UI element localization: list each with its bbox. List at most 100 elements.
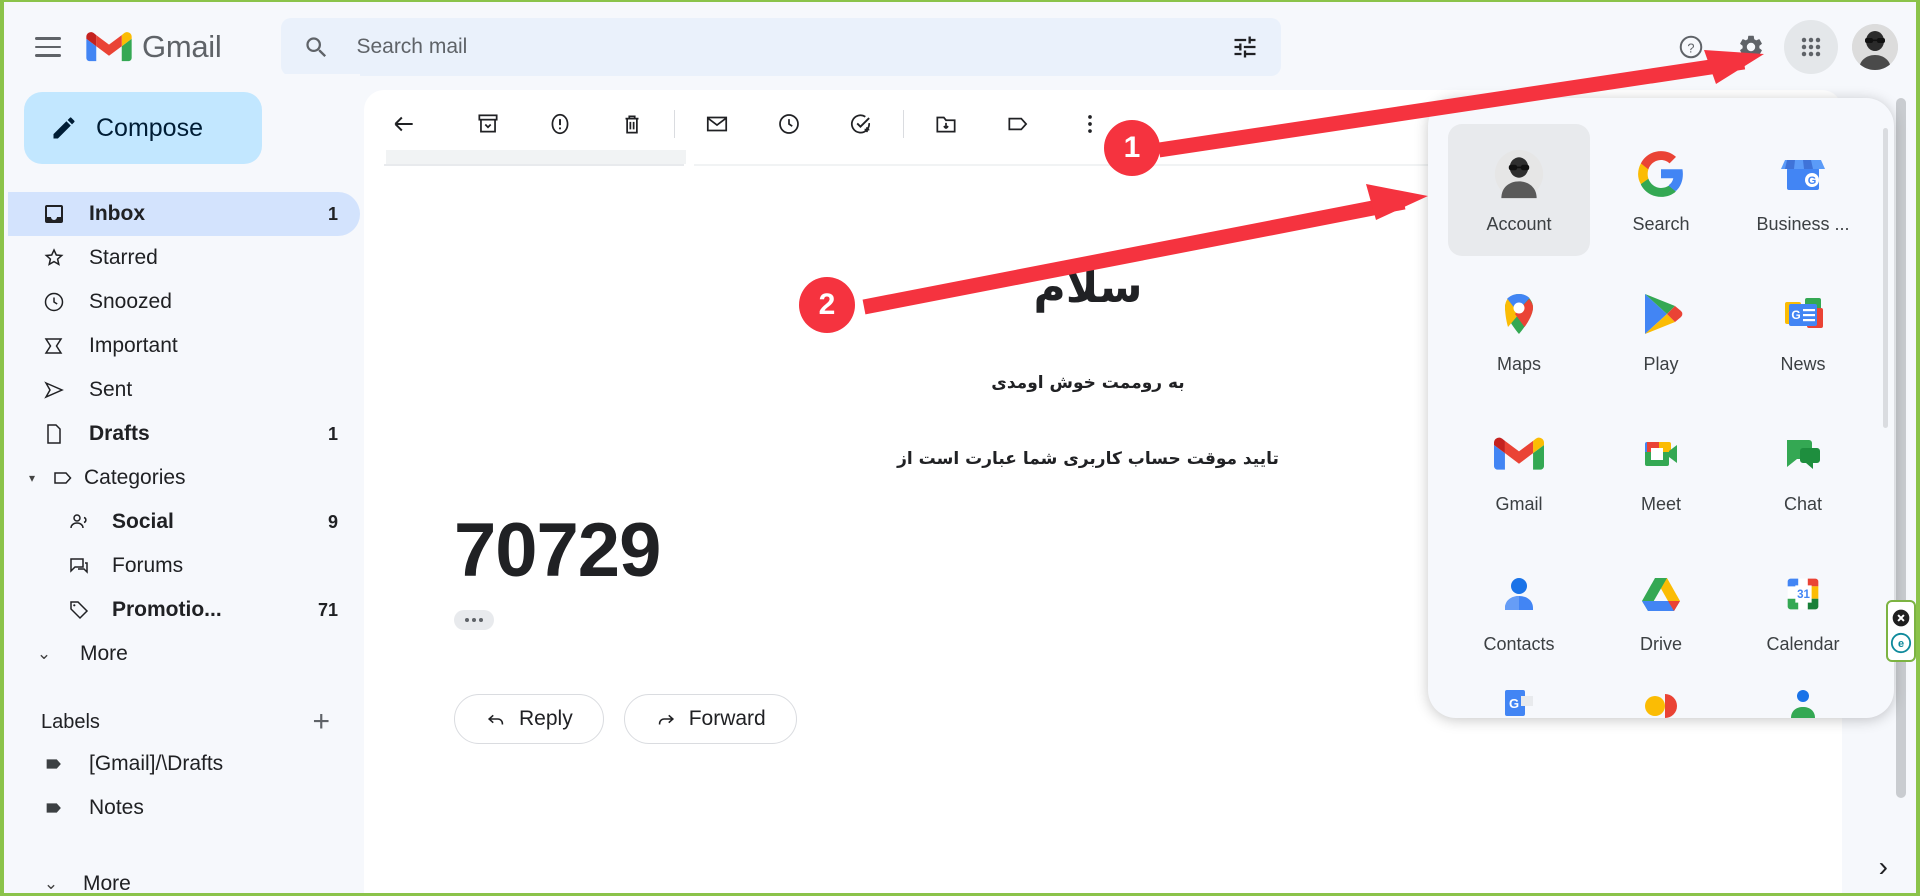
- app-tile-meet[interactable]: Meet: [1590, 404, 1732, 536]
- label-icon: [50, 465, 76, 491]
- archive-icon[interactable]: [462, 98, 514, 150]
- gmail-brand-label: Gmail: [142, 29, 222, 64]
- reply-arrow-icon: [487, 714, 504, 725]
- gmail-window: Gmail ?: [0, 0, 1920, 896]
- app-tile-maps[interactable]: Maps: [1448, 264, 1590, 396]
- sidebar-item-social[interactable]: Social 9: [8, 500, 360, 544]
- app-tile-contacts[interactable]: Contacts: [1448, 544, 1590, 676]
- sidebar-item-label: Sent: [89, 378, 133, 401]
- sidebar-item-drafts[interactable]: Drafts 1: [8, 412, 360, 456]
- close-circle-icon[interactable]: [1891, 608, 1911, 628]
- chat-bubble-icon: [1775, 426, 1831, 482]
- app-tile-account[interactable]: Account: [1448, 124, 1590, 256]
- help-icon[interactable]: ?: [1664, 20, 1718, 74]
- search-input[interactable]: [356, 35, 1232, 59]
- app-tile-chat[interactable]: Chat: [1732, 404, 1874, 536]
- sidebar-item-sent[interactable]: Sent: [8, 368, 360, 412]
- chevron-right-icon[interactable]: ›: [1879, 851, 1888, 883]
- apps-grid-icon[interactable]: [1784, 20, 1838, 74]
- sidebar-item-promotions[interactable]: Promotio... 71: [8, 588, 360, 632]
- task-check-icon[interactable]: [835, 98, 887, 150]
- sidebar-item-more[interactable]: ⌄ More: [8, 632, 360, 676]
- reply-button[interactable]: Reply: [454, 694, 604, 744]
- app-tile-news[interactable]: G News: [1732, 264, 1874, 396]
- app-tile-business[interactable]: G Business ...: [1732, 124, 1874, 256]
- app-label: Gmail: [1495, 493, 1543, 514]
- sidebar-labels-more[interactable]: ⌄ More: [41, 872, 131, 893]
- sidebar-label-gmail-drafts[interactable]: [Gmail]/\Drafts: [8, 742, 360, 786]
- sidebar-label-text: Notes: [89, 796, 144, 819]
- app-label: Contacts: [1483, 633, 1555, 654]
- sidebar-item-label: Important: [89, 334, 178, 357]
- sidebar-item-forums[interactable]: Forums: [8, 544, 360, 588]
- gear-icon[interactable]: [1724, 20, 1778, 74]
- labels-title: Labels: [41, 710, 100, 733]
- app-tile-calendar[interactable]: 31 Calendar: [1732, 544, 1874, 676]
- envelope-icon[interactable]: [691, 98, 743, 150]
- app-tile-partial-1[interactable]: G: [1448, 684, 1590, 718]
- google-ads-icon: [1633, 684, 1689, 718]
- label-filled-icon: [41, 751, 67, 777]
- sidebar-item-snoozed[interactable]: Snoozed: [8, 280, 360, 324]
- clock-icon: [41, 289, 67, 315]
- ellipsis-icon[interactable]: [454, 610, 494, 630]
- search-options-icon[interactable]: [1231, 33, 1259, 61]
- draft-icon: [41, 421, 67, 447]
- app-tile-play[interactable]: Play: [1590, 264, 1732, 396]
- gmail-brand[interactable]: Gmail: [86, 29, 222, 65]
- app-label: Meet: [1640, 493, 1682, 514]
- annotation-badge-1: 1: [1104, 120, 1160, 176]
- compose-button[interactable]: Compose: [24, 92, 262, 164]
- main-menu-icon[interactable]: [20, 19, 76, 75]
- app-label: News: [1780, 353, 1826, 374]
- move-folder-icon[interactable]: [920, 98, 972, 150]
- forward-button[interactable]: Forward: [623, 694, 797, 744]
- forum-icon: [66, 553, 92, 579]
- app-tile-partial-3[interactable]: [1732, 684, 1874, 718]
- google-groups-icon: [1775, 684, 1831, 718]
- app-tile-drive[interactable]: Drive: [1590, 544, 1732, 676]
- sidebar-item-count: 9: [327, 511, 338, 532]
- account-avatar-icon: [1491, 146, 1547, 202]
- gmail-icon: [1491, 426, 1547, 482]
- e-badge-icon[interactable]: e: [1890, 632, 1912, 654]
- user-avatar[interactable]: [1852, 24, 1898, 70]
- sidebar-item-label: Social: [112, 510, 174, 533]
- reply-label: Reply: [519, 707, 573, 730]
- app-tile-search[interactable]: Search: [1590, 124, 1732, 256]
- chevron-down-icon: ▾: [28, 471, 36, 485]
- inbox-icon: [41, 201, 67, 227]
- app-label: Maps: [1496, 353, 1541, 374]
- app-label: Chat: [1783, 493, 1823, 514]
- clock-icon[interactable]: [763, 98, 815, 150]
- svg-text:G: G: [1791, 308, 1800, 322]
- arrow-left-icon[interactable]: [378, 98, 430, 150]
- app-label: Play: [1643, 353, 1679, 374]
- app-tile-partial-2[interactable]: [1590, 684, 1732, 718]
- chevron-down-icon: ⌄: [36, 644, 52, 663]
- app-label: Account: [1486, 213, 1552, 234]
- sidebar-item-label: Snoozed: [89, 290, 172, 313]
- apps-panel-scrollbar[interactable]: [1883, 128, 1888, 428]
- sidebar-label-text: [Gmail]/\Drafts: [89, 752, 224, 775]
- plus-icon[interactable]: +: [312, 707, 330, 737]
- sidebar-item-starred[interactable]: Starred: [8, 236, 360, 280]
- business-profile-icon: G: [1775, 146, 1831, 202]
- label-icon[interactable]: [992, 98, 1044, 150]
- svg-text:31: 31: [1797, 588, 1810, 600]
- page-scrollbar[interactable]: [1896, 98, 1906, 798]
- sidebar-item-label: Promotio...: [112, 598, 222, 621]
- sidebar-item-categories[interactable]: ▾ Categories: [8, 456, 360, 500]
- search-bar[interactable]: [281, 18, 1282, 76]
- drive-triangle-icon: [1633, 566, 1689, 622]
- sidebar-label-notes[interactable]: Notes: [8, 786, 360, 830]
- app-tile-gmail[interactable]: Gmail: [1448, 404, 1590, 536]
- sidebar-item-label: More: [80, 642, 128, 665]
- important-icon: [41, 333, 67, 359]
- sidebar-item-important[interactable]: Important: [8, 324, 360, 368]
- report-spam-icon[interactable]: [534, 98, 586, 150]
- sidebar-item-inbox[interactable]: Inbox 1: [8, 192, 360, 236]
- google-g-icon: [1633, 146, 1689, 202]
- play-store-icon: [1633, 286, 1689, 342]
- trash-icon[interactable]: [606, 98, 658, 150]
